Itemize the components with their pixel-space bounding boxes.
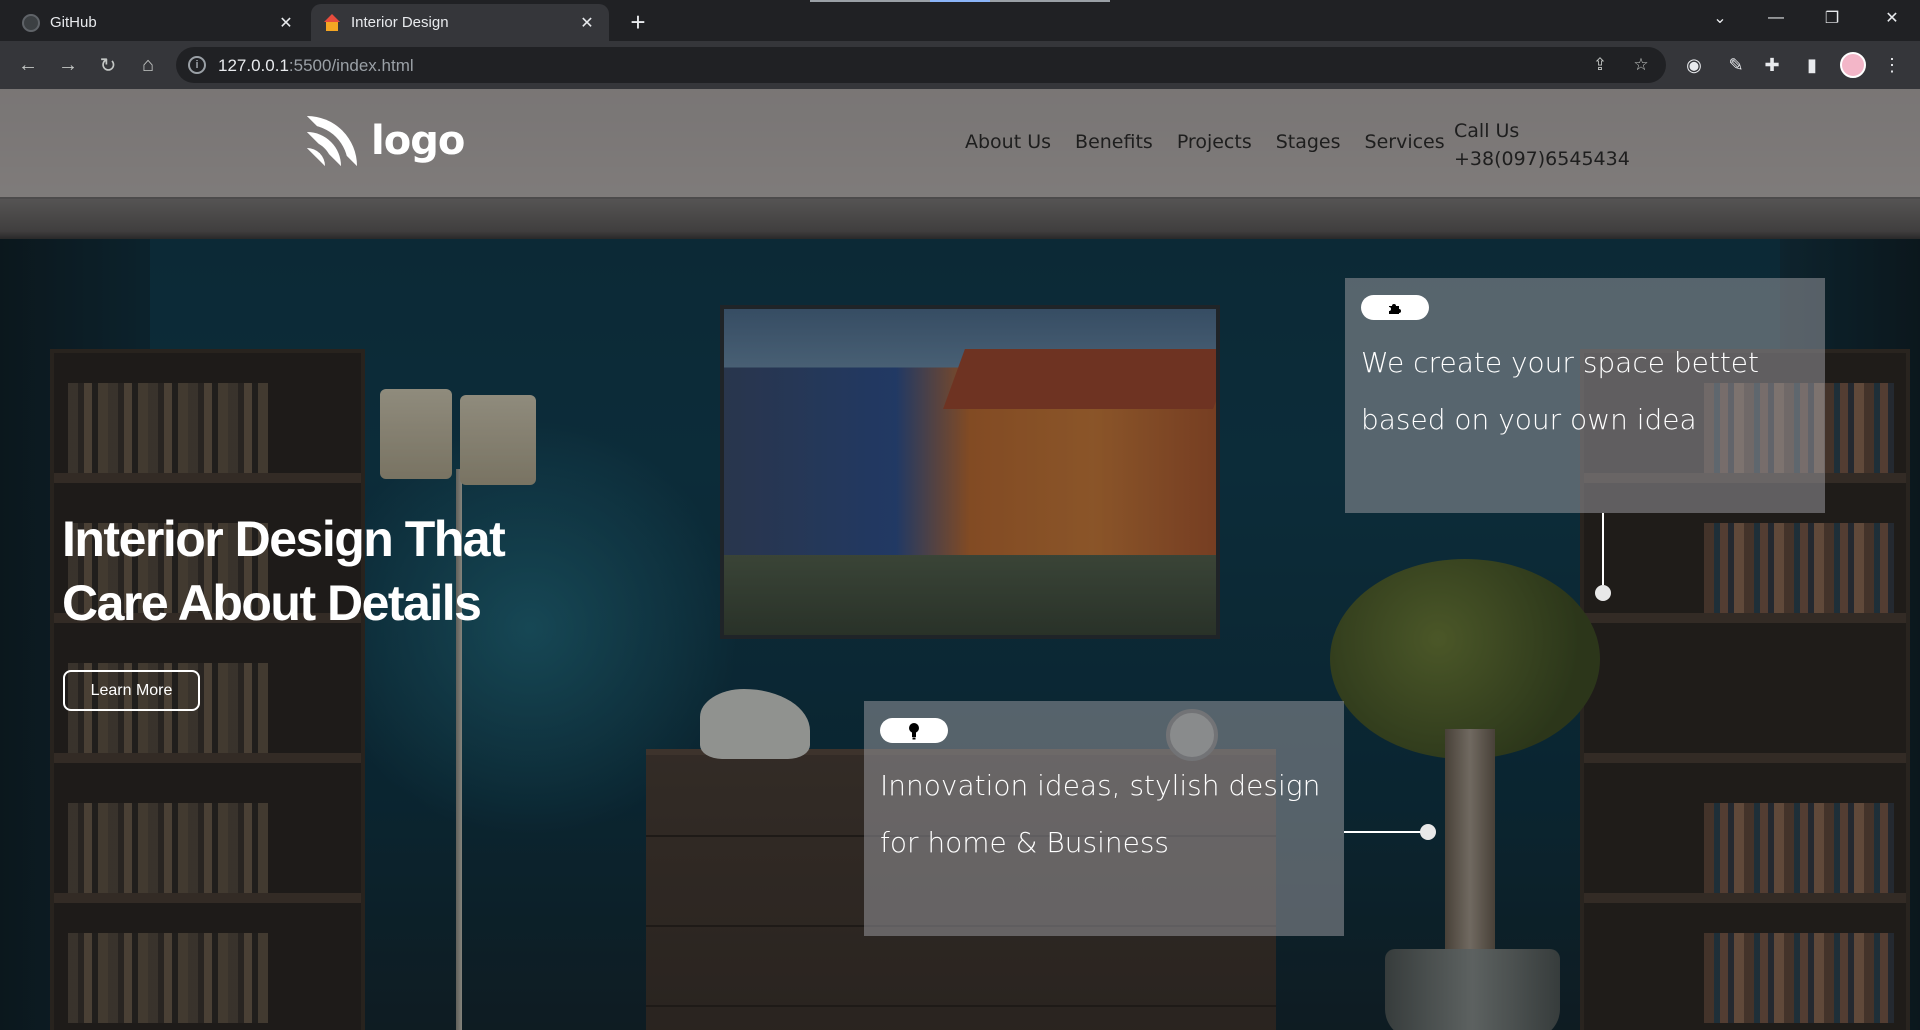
card-text: We create your space bettet based on you… bbox=[1361, 346, 1760, 436]
nav-about-us[interactable]: About Us bbox=[965, 131, 1051, 153]
card-badge bbox=[880, 718, 948, 743]
hero-title: Interior Design That Care About Details bbox=[62, 507, 582, 635]
github-icon bbox=[22, 13, 40, 32]
browser-toolbar: ← → ↻ ⌂ i 127.0.0.1:5500/index.html ⇪ ☆ … bbox=[0, 41, 1920, 89]
logo-text: logo bbox=[371, 118, 465, 164]
url-text[interactable]: 127.0.0.1:5500/index.html bbox=[218, 56, 414, 76]
nav-services[interactable]: Services bbox=[1365, 131, 1445, 153]
home-icon[interactable]: ⌂ bbox=[134, 51, 162, 79]
restore-icon[interactable]: ❐ bbox=[1804, 0, 1860, 36]
profile-avatar[interactable] bbox=[1840, 52, 1866, 78]
site-logo[interactable]: logo bbox=[307, 115, 465, 167]
house-icon bbox=[323, 13, 341, 32]
share-icon[interactable]: ⇪ bbox=[1590, 55, 1610, 75]
back-icon[interactable]: ← bbox=[14, 51, 42, 79]
tab-label: Interior Design bbox=[351, 14, 449, 31]
nav-benefits[interactable]: Benefits bbox=[1075, 131, 1153, 153]
connector-line bbox=[1602, 513, 1604, 585]
card-text: Innovation ideas, stylish design for hom… bbox=[880, 769, 1321, 859]
address-bar[interactable]: i 127.0.0.1:5500/index.html ⇪ ☆ bbox=[176, 47, 1666, 83]
extensions-puzzle-icon[interactable]: ✚ bbox=[1760, 53, 1784, 77]
phone-number[interactable]: +38(097)6545434 bbox=[1454, 145, 1630, 173]
tab-label: GitHub bbox=[50, 14, 97, 31]
nav-stages[interactable]: Stages bbox=[1276, 131, 1341, 153]
tab-search-icon[interactable]: ⌄ bbox=[1692, 0, 1748, 36]
connector-line bbox=[1344, 831, 1428, 833]
feature-card-innovation: Innovation ideas, stylish design for hom… bbox=[864, 701, 1344, 936]
close-icon[interactable]: ✕ bbox=[276, 13, 296, 33]
menu-kebab-icon[interactable]: ⋮ bbox=[1880, 53, 1904, 77]
site-info-icon[interactable]: i bbox=[188, 56, 206, 74]
close-icon[interactable]: ✕ bbox=[577, 13, 597, 33]
nav-projects[interactable]: Projects bbox=[1177, 131, 1252, 153]
browser-tab-strip: GitHub ✕ Interior Design ✕ + ⌄ — ❐ ✕ bbox=[0, 0, 1920, 41]
eyedropper-extension-icon[interactable]: ✎ bbox=[1724, 53, 1748, 77]
hero-title-line-2: Care About Details bbox=[62, 575, 482, 631]
call-us-block: Call Us +38(097)6545434 bbox=[1454, 117, 1630, 173]
logo-waves-icon bbox=[307, 116, 357, 166]
lightbulb-icon bbox=[909, 722, 919, 739]
extension-icon[interactable]: ◉ bbox=[1682, 53, 1706, 77]
window-close-icon[interactable]: ✕ bbox=[1864, 0, 1920, 36]
minimize-icon[interactable]: — bbox=[1748, 0, 1804, 36]
connector-dot bbox=[1595, 585, 1611, 601]
side-panel-icon[interactable]: ▮ bbox=[1800, 53, 1824, 77]
puzzle-icon bbox=[1389, 303, 1401, 314]
call-us-label: Call Us bbox=[1454, 120, 1520, 142]
learn-more-button[interactable]: Learn More bbox=[63, 670, 200, 711]
page-viewport: logo About Us Benefits Projects Stages S… bbox=[0, 89, 1920, 1030]
hero-title-line-1: Interior Design That bbox=[62, 511, 506, 567]
new-tab-button[interactable]: + bbox=[624, 8, 652, 36]
card-badge bbox=[1361, 295, 1429, 320]
feature-card-space: We create your space bettet based on you… bbox=[1345, 278, 1825, 513]
tab-interior-design[interactable]: Interior Design ✕ bbox=[311, 4, 609, 41]
bookmark-star-icon[interactable]: ☆ bbox=[1631, 55, 1651, 75]
site-header: logo About Us Benefits Projects Stages S… bbox=[0, 89, 1920, 197]
forward-icon[interactable]: → bbox=[54, 51, 82, 79]
tab-github[interactable]: GitHub ✕ bbox=[10, 4, 308, 41]
reload-icon[interactable]: ↻ bbox=[94, 51, 122, 79]
main-nav: About Us Benefits Projects Stages Servic… bbox=[965, 131, 1445, 153]
connector-dot bbox=[1420, 824, 1436, 840]
loading-indicator bbox=[810, 0, 1110, 2]
